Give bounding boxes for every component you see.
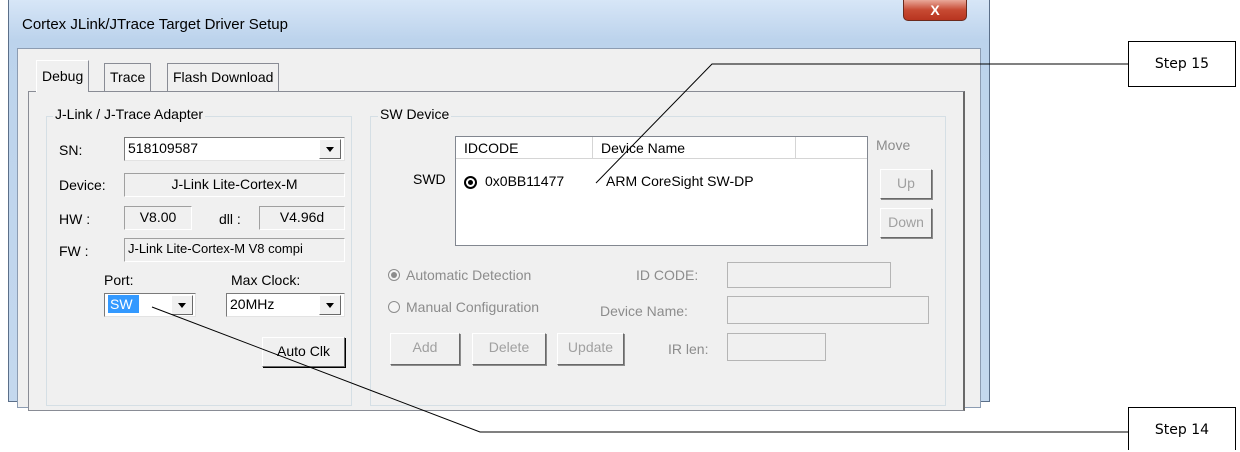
step14-leader-line xyxy=(151,306,1128,433)
tab-debug[interactable]: Debug xyxy=(36,60,90,92)
step15-leader-line xyxy=(595,63,1128,184)
callout-lines xyxy=(151,63,1128,433)
step14-callout: Step 14 xyxy=(1128,407,1236,450)
step15-callout: Step 15 xyxy=(1128,41,1236,87)
